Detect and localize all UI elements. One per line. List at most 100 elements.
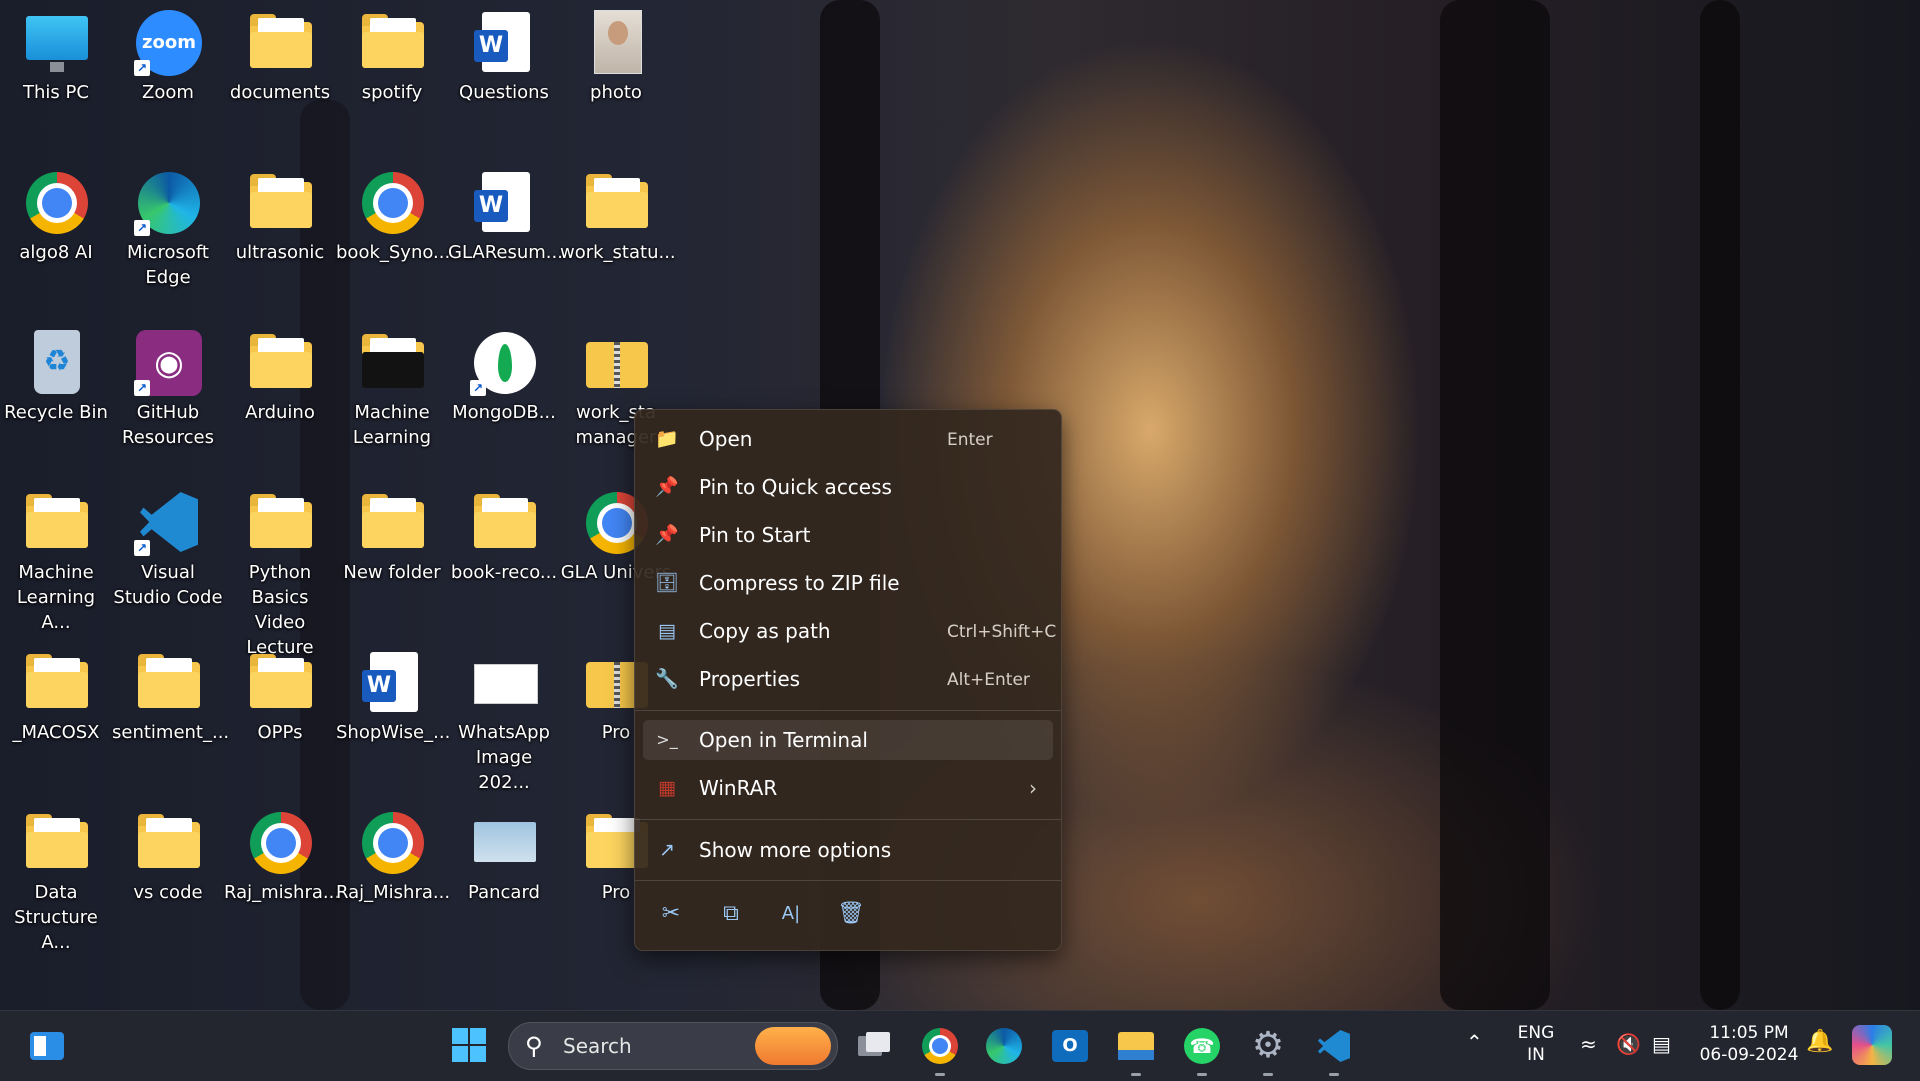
desktop-icon[interactable]: Data Structure A... — [0, 800, 112, 960]
rename-icon[interactable]: A| — [771, 896, 811, 932]
language-label: ENG — [1517, 1023, 1555, 1043]
desktop-icon[interactable]: spotify — [336, 0, 448, 160]
chrome-icon[interactable] — [918, 1024, 962, 1076]
desktop-icon[interactable]: _MACOSX — [0, 640, 112, 800]
desktop-icon[interactable]: ↗ MongoDB... — [448, 320, 560, 480]
volume-muted-icon[interactable]: 🔇 — [1616, 1033, 1641, 1055]
copy-path-icon: ▤ — [658, 620, 676, 642]
shortcut-arrow-icon: ↗ — [134, 220, 150, 236]
shortcut-arrow-icon: ↗ — [134, 60, 150, 76]
folder-icon — [244, 166, 316, 238]
desktop-icon[interactable]: Pancard — [448, 800, 560, 960]
desktop-icon[interactable]: Raj_Mishra... — [336, 800, 451, 960]
chrome-icon — [20, 166, 92, 238]
menu-item-open-terminal[interactable]: >_ Open in Terminal — [643, 720, 1053, 760]
desktop-icon[interactable]: ultrasonic — [224, 160, 336, 320]
chrome-icon — [356, 166, 428, 238]
chevron-up-icon[interactable]: ⌃ — [1466, 1031, 1483, 1053]
copy-icon[interactable]: ⧉ — [711, 896, 751, 932]
desktop-icon[interactable]: documents — [224, 0, 336, 160]
desktop-icon-label: book-reco... — [450, 562, 558, 583]
terminal-icon: >_ — [656, 730, 678, 749]
desktop-icon-label: Machine Learning A... — [16, 562, 96, 633]
desktop-icon[interactable]: W Questions — [448, 0, 560, 160]
folder-icon — [132, 646, 204, 718]
desktop-icon[interactable]: Python Basics Video Lecture — [224, 480, 336, 658]
taskbar: ⚲ Search O ☎ ⚙ ⌃ ENG IN ≈ 🔇 ▤ 11:05 PM 0… — [0, 1010, 1920, 1081]
search-highlight-image — [755, 1027, 831, 1065]
desktop-icon[interactable]: ↗ Visual Studio Code — [112, 480, 224, 640]
desktop-icon[interactable]: algo8 AI — [0, 160, 112, 320]
menu-separator — [635, 819, 1061, 820]
notification-bell-icon[interactable]: 🔔 — [1806, 1031, 1833, 1053]
menu-item-properties[interactable]: 🔧 Properties Alt+Enter — [643, 659, 1053, 699]
desktop-icon[interactable]: book-reco... — [448, 480, 560, 640]
desktop-icon[interactable]: W GLAResum... — [448, 160, 563, 320]
folder-icon — [244, 6, 316, 78]
desktop-icon[interactable]: Machine Learning — [336, 320, 448, 480]
desktop-icon-label: algo8 AI — [19, 242, 93, 263]
desktop-icon[interactable]: zoom ↗ Zoom — [112, 0, 224, 160]
vscode-icon[interactable] — [1312, 1024, 1356, 1076]
desktop-icon[interactable]: This PC — [0, 0, 112, 160]
pin-icon: 📌 — [655, 524, 679, 546]
battery-icon[interactable]: ▤ — [1652, 1033, 1671, 1055]
desktop-icon[interactable]: sentiment_... — [112, 640, 229, 800]
language-indicator[interactable]: ENG IN — [1508, 1022, 1564, 1066]
menu-item-copy-as-path[interactable]: ▤ Copy as path Ctrl+Shift+C — [643, 611, 1056, 651]
desktop-icon-label: Recycle Bin — [4, 402, 108, 423]
desktop-icon[interactable]: Raj_mishra... — [224, 800, 340, 960]
desktop-icon-label: New folder — [343, 562, 441, 583]
menu-item-pin-start[interactable]: 📌 Pin to Start — [643, 515, 1053, 555]
desktop-icon[interactable]: Arduino — [224, 320, 336, 480]
show-more-icon: ↗ — [659, 839, 675, 861]
folder-icon — [20, 646, 92, 718]
desktop-icon[interactable]: work_statu... — [560, 160, 676, 320]
desktop-icon[interactable]: WhatsApp Image 202... — [448, 640, 560, 800]
chevron-right-icon: › — [1029, 776, 1037, 800]
copilot-icon[interactable] — [1852, 1025, 1892, 1065]
desktop-icon[interactable]: photo — [560, 0, 672, 160]
desktop-icon-label: Raj_Mishra... — [336, 882, 451, 903]
wrench-icon: 🔧 — [655, 668, 679, 690]
desktop-icon-label: MongoDB... — [452, 402, 556, 423]
cut-icon[interactable]: ✂ — [651, 896, 691, 932]
start-icon[interactable] — [448, 1024, 492, 1068]
shortcut-arrow-icon: ↗ — [470, 380, 486, 396]
desktop-icon[interactable]: Machine Learning A... — [0, 480, 112, 640]
desktop-icon[interactable]: book_Syno... — [336, 160, 450, 320]
shortcut-arrow-icon: ↗ — [134, 540, 150, 556]
shortcut-arrow-icon: ↗ — [134, 380, 150, 396]
taskbar-search-box[interactable]: ⚲ Search — [508, 1022, 838, 1070]
file-explorer-icon[interactable] — [1114, 1024, 1158, 1076]
desktop-icon-label: OPPs — [257, 722, 303, 743]
edge-icon[interactable] — [982, 1024, 1026, 1068]
menu-item-winrar[interactable]: ▦ WinRAR › — [643, 768, 1053, 808]
settings-icon[interactable]: ⚙ — [1246, 1024, 1290, 1076]
clock[interactable]: 11:05 PM 06-09-2024 — [1694, 1022, 1804, 1066]
desktop-icon[interactable]: ♻ Recycle Bin — [0, 320, 112, 480]
desktop-icon-label: Visual Studio Code — [113, 562, 223, 608]
menu-item-open[interactable]: 📁 Open Enter — [643, 419, 1053, 459]
outlook-icon[interactable]: O — [1048, 1024, 1092, 1068]
menu-item-pin-quick-access[interactable]: 📌 Pin to Quick access — [643, 467, 1053, 507]
desktop-icon[interactable]: vs code — [112, 800, 224, 960]
recycle-bin-icon: ♻ — [20, 326, 92, 398]
chrome-icon — [356, 806, 428, 878]
desktop-icon[interactable]: ◉ ↗ GitHub Resources — [112, 320, 224, 480]
whatsapp-icon[interactable]: ☎ — [1180, 1024, 1224, 1076]
desktop-icon[interactable]: OPPs — [224, 640, 336, 800]
desktop-icon[interactable]: W ShopWise_... — [336, 640, 450, 800]
folder-icon — [244, 326, 316, 398]
delete-icon[interactable]: 🗑 — [831, 896, 871, 932]
task-view-icon[interactable] — [852, 1024, 896, 1068]
wifi-icon[interactable]: ≈ — [1580, 1033, 1597, 1055]
wallpaper-tree — [1700, 0, 1740, 1010]
desktop-icon-label: WhatsApp Image 202... — [458, 722, 550, 793]
menu-item-show-more-options[interactable]: ↗ Show more options — [643, 830, 1053, 870]
menu-item-compress-zip[interactable]: 🗄 Compress to ZIP file — [643, 563, 1053, 603]
desktop-icon[interactable]: ↗ Microsoft Edge — [112, 160, 224, 320]
desktop-icon[interactable]: New folder — [336, 480, 448, 640]
this-pc-icon — [20, 6, 92, 78]
widgets-icon[interactable] — [26, 1024, 70, 1068]
